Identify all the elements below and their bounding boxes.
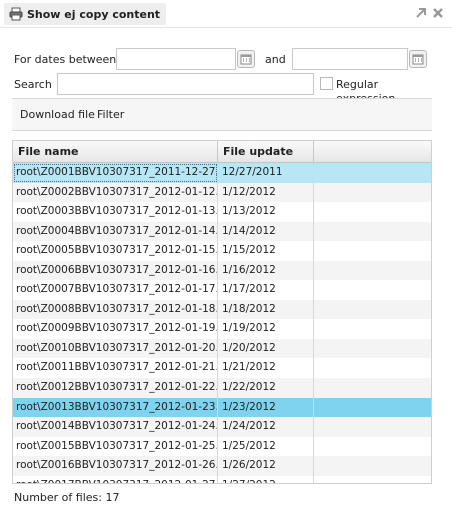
- file-name-cell[interactable]: root\Z0008BBV10307317_2012-01-18.ej: [13, 299, 218, 320]
- printer-icon: [9, 7, 23, 21]
- table-row[interactable]: root\Z0015BBV10307317_2012-01-25.ej 1/25/…: [13, 436, 431, 457]
- file-count: Number of files: 17: [14, 491, 119, 504]
- file-name-cell[interactable]: root\Z0006BBV10307317_2012-01-16.ej: [13, 260, 218, 281]
- table-row[interactable]: root\Z0008BBV10307317_2012-01-18.ej 1/18/…: [13, 299, 431, 320]
- file-update-time-cell[interactable]: 1/23/2012: [218, 397, 314, 418]
- file-count-value: 17: [105, 491, 120, 504]
- dialog-title-tab: Show ej copy content: [4, 3, 167, 25]
- table-row[interactable]: root\Z0016BBV10307317_2012-01-26.ej 1/26/…: [13, 456, 431, 476]
- file-name-cell[interactable]: root\Z0004BBV10307317_2012-01-14.ej: [13, 221, 218, 242]
- file-name-cell[interactable]: root\Z0001BBV10307317_2011-12-27.ej: [13, 163, 218, 183]
- file-name-cell[interactable]: root\Z0012BBV10307317_2012-01-22.ej: [13, 378, 218, 398]
- dialog-titlebar: Show ej copy content: [0, 0, 452, 28]
- file-name-cell[interactable]: root\Z0015BBV10307317_2012-01-25.ej: [13, 436, 218, 457]
- table-row[interactable]: root\Z0012BBV10307317_2012-01-22.ej 1/22/…: [13, 378, 431, 398]
- file-update-time-cell[interactable]: 1/14/2012: [218, 221, 314, 242]
- table-row[interactable]: root\Z0005BBV10307317_2012-01-15.ej 1/15/…: [13, 241, 431, 261]
- file-update-time-cell[interactable]: 1/16/2012: [218, 260, 314, 281]
- date-to-calendar-icon[interactable]: [409, 50, 427, 68]
- file-name-cell[interactable]: root\Z0005BBV10307317_2012-01-15.ej: [13, 241, 218, 261]
- file-update-time-cell[interactable]: 1/22/2012: [218, 378, 314, 398]
- file-update-time-cell[interactable]: 1/12/2012: [218, 182, 314, 203]
- column-header-file-name[interactable]: File name: [13, 141, 218, 163]
- file-name-cell[interactable]: root\Z0014BBV10307317_2012-01-24.ej: [13, 417, 218, 437]
- table-row[interactable]: root\Z0010BBV10307317_2012-01-20.ej 1/20/…: [13, 338, 431, 359]
- table-row[interactable]: root\Z0009BBV10307317_2012-01-19.ej 1/19/…: [13, 319, 431, 339]
- column-header-file-update-time[interactable]: File update time: [218, 141, 314, 179]
- file-update-time-cell[interactable]: 1/20/2012: [218, 338, 314, 359]
- file-update-time-cell[interactable]: 1/19/2012: [218, 319, 314, 339]
- dates-label: For dates between:: [14, 53, 120, 66]
- date-from-calendar-icon[interactable]: [237, 50, 255, 68]
- file-update-time-cell[interactable]: 1/25/2012: [218, 436, 314, 457]
- grid-body: root\Z0001BBV10307317_2011-12-27.ej 12/27…: [13, 163, 431, 483]
- table-row[interactable]: root\Z0011BBV10307317_2012-01-21.ej 1/21/…: [13, 358, 431, 379]
- table-row[interactable]: root\Z0017BBV10307317_2012-01-27.ej1/27/…: [13, 475, 431, 483]
- dialog-title: Show ej copy content: [27, 7, 161, 21]
- grid-header: File name File update time: [13, 141, 431, 179]
- file-name-cell[interactable]: root\Z0002BBV10307317_2012-01-12.ej: [13, 182, 218, 203]
- expand-arrow-icon[interactable]: [413, 5, 429, 21]
- file-name-cell[interactable]: root\Z0017BBV10307317_2012-01-27.ej: [13, 475, 218, 483]
- file-update-time-cell[interactable]: 1/13/2012: [218, 202, 314, 222]
- file-name-cell[interactable]: root\Z0016BBV10307317_2012-01-26.ej: [13, 456, 218, 476]
- file-count-label: Number of files:: [14, 491, 102, 504]
- date-from-field[interactable]: [116, 48, 236, 70]
- file-name-cell[interactable]: root\Z0013BBV10307317_2012-01-23.ej: [13, 397, 218, 418]
- filter-button[interactable]: Filter: [97, 108, 124, 121]
- file-update-time-cell[interactable]: 1/26/2012: [218, 456, 314, 476]
- table-row[interactable]: root\Z0014BBV10307317_2012-01-24.ej 1/24/…: [13, 417, 431, 437]
- table-row[interactable]: root\Z0002BBV10307317_2012-01-12.ej 1/12/…: [13, 182, 431, 203]
- file-name-cell[interactable]: root\Z0011BBV10307317_2012-01-21.ej: [13, 358, 218, 379]
- regex-checkbox[interactable]: [320, 77, 333, 90]
- file-name-cell[interactable]: root\Z0009BBV10307317_2012-01-19.ej: [13, 319, 218, 339]
- file-update-time-cell[interactable]: 1/27/2012: [218, 475, 314, 483]
- files-grid: File name File update time root\Z0001BBV…: [12, 140, 432, 484]
- file-update-time-cell[interactable]: 1/17/2012: [218, 280, 314, 300]
- file-update-time-cell[interactable]: 1/21/2012: [218, 358, 314, 379]
- download-file-button[interactable]: Download file: [20, 108, 95, 121]
- search-label: Search: [14, 78, 52, 91]
- file-name-cell[interactable]: root\Z0010BBV10307317_2012-01-20.ej: [13, 338, 218, 359]
- file-update-time-cell[interactable]: 12/27/2011: [218, 163, 314, 183]
- table-row[interactable]: root\Z0007BBV10307317_2012-01-17.ej 1/17/…: [13, 280, 431, 300]
- close-icon[interactable]: [430, 5, 446, 21]
- search-input[interactable]: [57, 73, 314, 95]
- date-to-field[interactable]: [292, 48, 408, 70]
- table-row[interactable]: root\Z0013BBV10307317_2012-01-23.ej 1/23/…: [13, 397, 431, 418]
- file-name-cell[interactable]: root\Z0003BBV10307317_2012-01-13.ej: [13, 202, 218, 222]
- file-name-cell[interactable]: root\Z0007BBV10307317_2012-01-17.ej: [13, 280, 218, 300]
- table-row[interactable]: root\Z0004BBV10307317_2012-01-14.ej 1/14/…: [13, 221, 431, 242]
- table-row[interactable]: root\Z0003BBV10307317_2012-01-13.ej 1/13/…: [13, 202, 431, 222]
- and-label: and: [265, 53, 286, 66]
- table-row[interactable]: root\Z0001BBV10307317_2011-12-27.ej 12/27…: [13, 163, 431, 183]
- file-update-time-cell[interactable]: 1/15/2012: [218, 241, 314, 261]
- grid-toolbar: Download file Filter: [12, 98, 432, 131]
- table-row[interactable]: root\Z0006BBV10307317_2012-01-16.ej 1/16/…: [13, 260, 431, 281]
- file-update-time-cell[interactable]: 1/24/2012: [218, 417, 314, 437]
- file-update-time-cell[interactable]: 1/18/2012: [218, 299, 314, 320]
